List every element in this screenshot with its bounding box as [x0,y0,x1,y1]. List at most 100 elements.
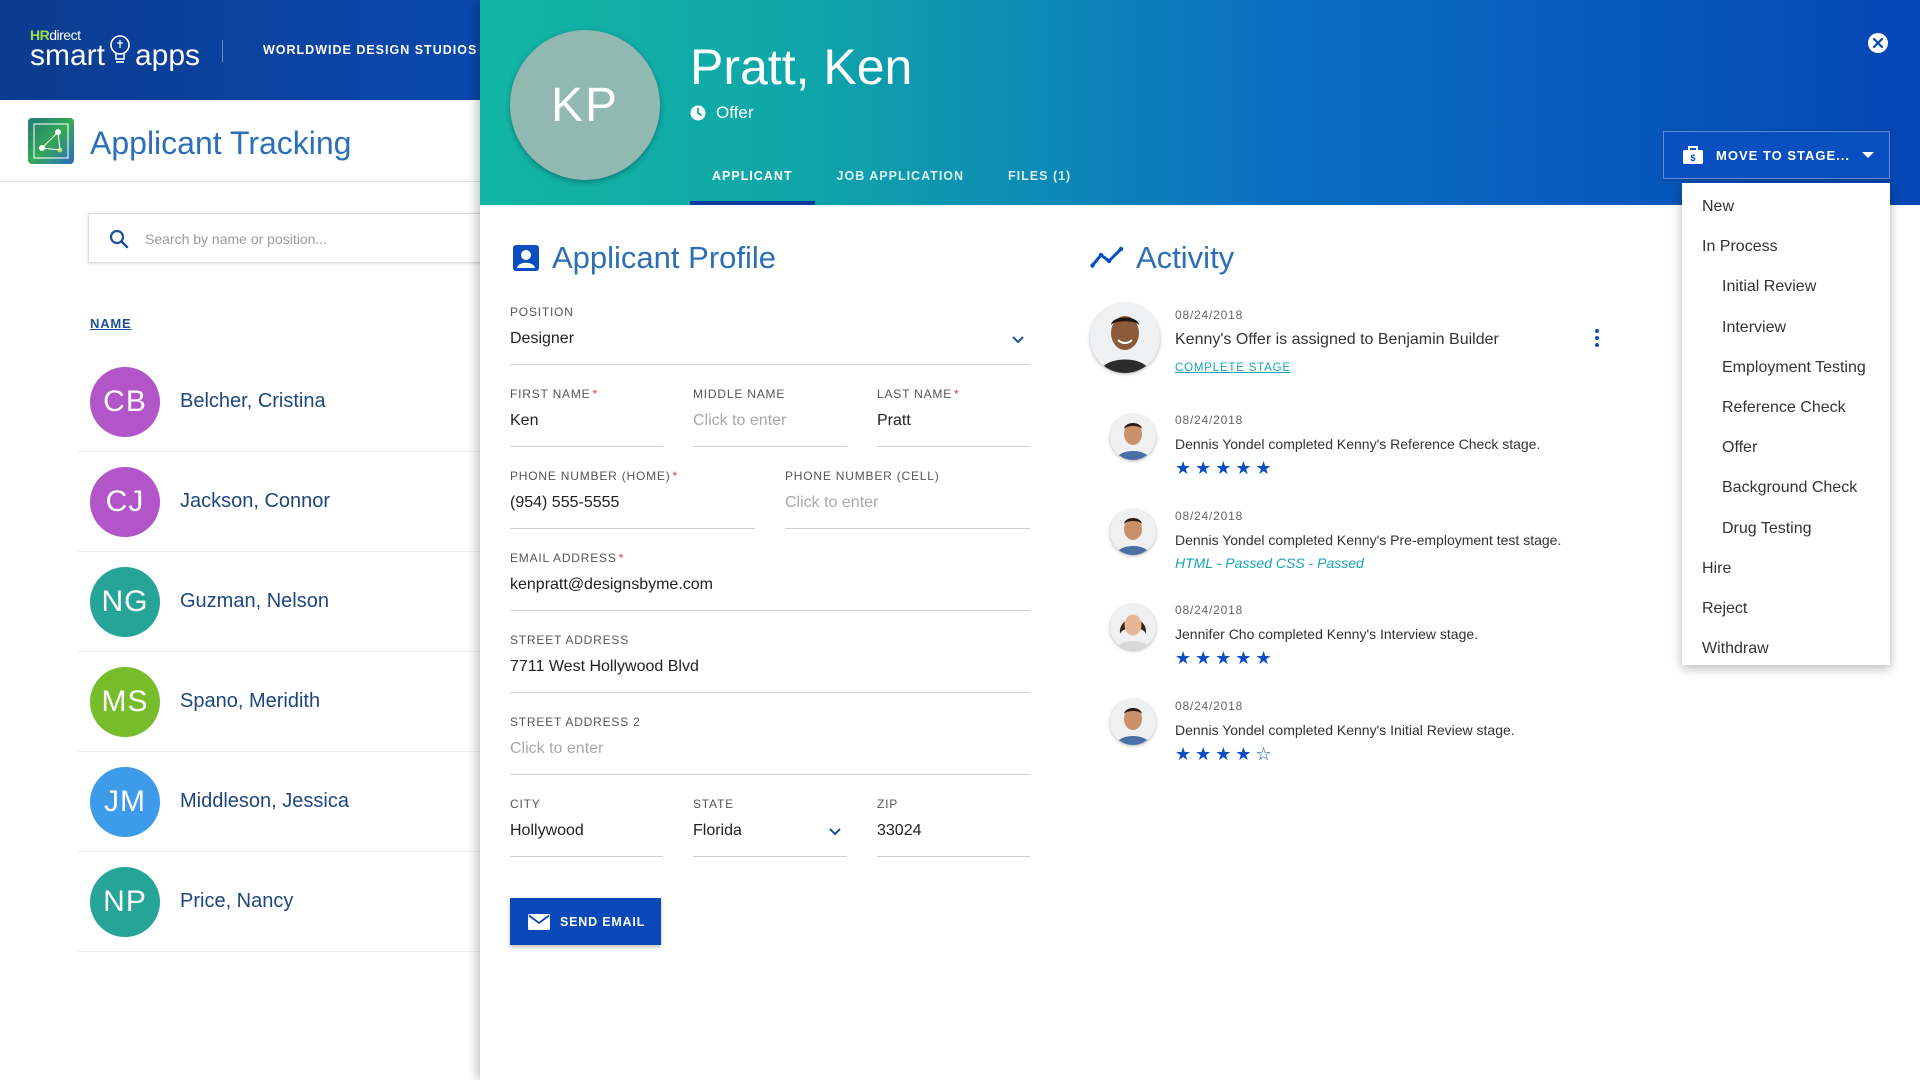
stage-option[interactable]: Initial Review [1682,267,1890,307]
detail-tabs: APPLICANT JOB APPLICATION FILES (1) [690,155,1093,205]
mail-icon [528,913,550,930]
position-field[interactable]: POSITION Designer [510,305,1030,365]
last-name-input[interactable]: Pratt [877,412,1030,447]
activity-text: Dennis Yondel completed Kenny's Initial … [1175,722,1515,738]
middle-name-input[interactable]: Click to enter [693,412,847,447]
last-name-label: LAST NAME * [877,387,960,401]
header-divider [222,40,223,62]
applicant-detail-panel: KP Pratt, Ken Offer APPLICANT JOB APPLIC… [480,0,1920,1080]
stage-option[interactable]: Interview [1682,308,1890,348]
state-select[interactable]: Florida [693,822,847,857]
middle-name-label: MIDDLE NAME [693,387,786,401]
phone-cell-input[interactable]: Click to enter [785,494,1030,529]
tab-applicant[interactable]: APPLICANT [690,155,815,205]
first-name-label: FIRST NAME * [510,387,598,401]
phone-cell-field[interactable]: PHONE NUMBER (CELL) Click to enter [785,469,1030,529]
applicant-name[interactable]: Price, Nancy [180,890,293,913]
test-results-text: HTML - Passed CSS - Passed [1175,555,1364,571]
avatar: NG [90,566,160,637]
street-address-label: STREET ADDRESS [510,633,630,647]
lightbulb-icon [110,35,130,63]
stage-option[interactable]: Withdraw [1682,629,1890,669]
city-input[interactable]: Hollywood [510,822,663,857]
street-address-input[interactable]: 7711 West Hollywood Blvd [510,658,1030,693]
applicant-name[interactable]: Middleson, Jessica [180,790,349,813]
star-rating: ★★★★★ [1175,458,1276,478]
zip-field[interactable]: ZIP 33024 [877,797,1030,857]
first-name-field[interactable]: FIRST NAME * Ken [510,387,663,447]
email-input[interactable]: kenpratt@designsbyme.com [510,576,1030,611]
applicant-name[interactable]: Belcher, Cristina [180,390,326,413]
zip-label: ZIP [877,797,899,811]
street-address-2-field[interactable]: STREET ADDRESS 2 Click to enter [510,715,1030,775]
stage-option[interactable]: Reference Check [1682,388,1890,428]
stage-option[interactable]: Drug Testing [1682,509,1890,549]
organization-name: WORLDWIDE DESIGN STUDIOS [263,43,478,57]
stage-option[interactable]: Hire [1682,549,1890,589]
applicant-list: CB Belcher, Cristina CJ Jackson, Connor … [78,352,480,952]
applicant-profile-heading: Applicant Profile [512,240,776,276]
position-label: POSITION [510,305,574,319]
zip-input[interactable]: 33024 [877,822,1030,857]
city-field[interactable]: CITY Hollywood [510,797,663,857]
applicant-row[interactable]: CB Belcher, Cristina [78,352,480,452]
position-select[interactable]: Designer [510,330,1030,365]
avatar: MS [90,666,160,737]
activity-heading: Activity [1090,240,1234,276]
move-to-stage-label: MOVE TO STAGE... [1716,147,1850,163]
close-icon[interactable] [1867,32,1889,54]
avatar [1110,509,1156,555]
top-bar: HRdirect smart apps WORLDWIDE DESIGN STU… [0,0,480,100]
move-to-stage-button[interactable]: $ MOVE TO STAGE... [1663,131,1890,179]
phone-home-field[interactable]: PHONE NUMBER (HOME) * (954) 555-5555 [510,469,755,529]
stage-option[interactable]: Background Check [1682,468,1890,508]
applicant-tracking-app-icon [28,118,74,164]
avatar [1110,699,1156,745]
name-column-header[interactable]: NAME [90,316,131,331]
applicant-row[interactable]: NP Price, Nancy [78,852,480,952]
hrdirect-logo[interactable]: HRdirect smart apps [30,28,200,71]
applicant-name[interactable]: Guzman, Nelson [180,590,329,613]
street-address-2-input[interactable]: Click to enter [510,740,1030,775]
email-field[interactable]: EMAIL ADDRESS * kenpratt@designsbyme.com [510,551,1030,611]
stage-option[interactable]: Reject [1682,589,1890,629]
search-box[interactable] [88,213,488,263]
activity-date: 08/24/2018 [1175,699,1244,713]
stage-option[interactable]: New [1682,187,1890,227]
stage-option[interactable]: Offer [1682,428,1890,468]
phone-home-label: PHONE NUMBER (HOME) * [510,469,679,483]
applicant-row[interactable]: JM Middleson, Jessica [78,752,480,852]
middle-name-field[interactable]: MIDDLE NAME Click to enter [693,387,847,447]
stage-option[interactable]: In Process [1682,227,1890,267]
applicant-name[interactable]: Spano, Meridith [180,690,320,713]
person-photo-icon [1110,509,1156,555]
search-input[interactable] [145,226,465,252]
person-photo-icon [1110,414,1156,460]
tab-job-application[interactable]: JOB APPLICATION [815,155,987,205]
activity-date: 08/24/2018 [1175,413,1244,427]
applicant-name[interactable]: Jackson, Connor [180,490,330,513]
briefcase-icon: $ [1683,146,1703,164]
applicant-row[interactable]: NG Guzman, Nelson [78,552,480,652]
tab-files[interactable]: FILES (1) [986,155,1093,205]
search-icon [109,229,129,249]
status-label: Offer [716,103,754,122]
more-options-icon[interactable] [1594,328,1600,348]
street-address-field[interactable]: STREET ADDRESS 7711 West Hollywood Blvd [510,633,1030,693]
applicant-row[interactable]: CJ Jackson, Connor [78,452,480,552]
state-field[interactable]: STATE Florida [693,797,847,857]
activity-date: 08/24/2018 [1175,509,1244,523]
first-name-input[interactable]: Ken [510,412,663,447]
phone-home-input[interactable]: (954) 555-5555 [510,494,755,529]
send-email-label: SEND EMAIL [560,914,646,929]
star-rating: ★★★★☆ [1175,744,1276,764]
last-name-field[interactable]: LAST NAME * Pratt [877,387,1030,447]
city-label: CITY [510,797,541,811]
avatar: CJ [90,466,160,537]
applicant-row[interactable]: MS Spano, Meridith [78,652,480,752]
stage-option[interactable]: Employment Testing [1682,348,1890,388]
send-email-button[interactable]: SEND EMAIL [510,898,661,945]
svg-text:$: $ [1690,153,1695,163]
complete-stage-link[interactable]: COMPLETE STAGE [1175,362,1291,374]
profile-title-text: Applicant Profile [552,240,777,275]
